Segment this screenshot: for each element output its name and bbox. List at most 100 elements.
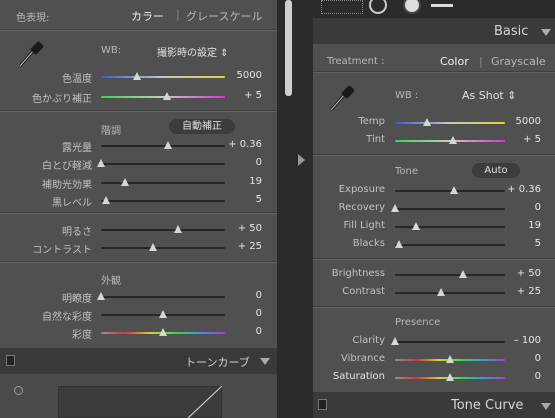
fill-light-slider-thumb[interactable] — [120, 178, 129, 186]
temp-slider-thumb[interactable] — [422, 118, 431, 126]
saturation-slider-thumb[interactable] — [446, 373, 454, 381]
basic-header[interactable]: Basic — [313, 18, 555, 44]
temp-slider-thumb[interactable] — [132, 72, 141, 80]
wb-label: WB : — [395, 90, 419, 101]
recovery-value[interactable]: 0 — [228, 157, 262, 168]
tone-curve-graph[interactable] — [58, 386, 222, 418]
tone-header: Tone — [395, 166, 419, 177]
brightness-slider-thumb[interactable] — [459, 270, 468, 278]
contrast-value[interactable]: + 25 — [228, 241, 262, 252]
divider — [0, 30, 277, 31]
tone-curve-header[interactable]: Tone Curve — [313, 392, 555, 418]
clarity-slider-track[interactable] — [395, 341, 505, 343]
brightness-value[interactable]: + 50 — [228, 223, 262, 234]
crop-tool-icon[interactable] — [321, 0, 363, 14]
treatment-divider: | — [176, 8, 180, 21]
recovery-label: 白とび軽減 — [42, 161, 92, 172]
tone-curve-header[interactable]: トーンカーブ — [0, 348, 277, 374]
auto-tone-button[interactable]: 自動補正 — [169, 119, 235, 134]
clarity-value[interactable]: 0 — [228, 290, 262, 301]
clarity-slider-track[interactable] — [101, 296, 225, 298]
redeye-tool-icon[interactable] — [403, 0, 421, 14]
recovery-slider-thumb[interactable] — [391, 204, 399, 212]
temp-slider-track[interactable] — [101, 76, 225, 78]
recovery-value[interactable]: 0 — [507, 202, 541, 213]
collapse-arrow-icon[interactable] — [541, 403, 551, 410]
contrast-value[interactable]: + 25 — [507, 286, 541, 297]
tint-slider-thumb[interactable] — [449, 136, 458, 144]
vibrance-value[interactable]: 0 — [507, 353, 541, 364]
clarity-slider-thumb[interactable] — [391, 337, 399, 345]
panel-collapse-arrow-icon[interactable] — [298, 154, 305, 166]
brightness-label: Brightness — [331, 268, 385, 279]
brightness-slider-track[interactable] — [395, 274, 505, 276]
fill-light-value[interactable]: 19 — [228, 176, 262, 187]
contrast-slider-thumb[interactable] — [149, 243, 158, 251]
treatment-grayscale-option[interactable]: グレースケール — [186, 8, 262, 24]
auto-tone-button[interactable]: Auto — [472, 163, 520, 178]
saturation-value[interactable]: 0 — [507, 371, 541, 382]
white-balance-eyedropper-icon[interactable] — [16, 36, 46, 70]
white-balance-eyedropper-icon[interactable] — [327, 80, 357, 114]
fill-light-slider-thumb[interactable] — [411, 222, 420, 230]
contrast-slider-track[interactable] — [395, 292, 505, 294]
spot-tool-icon[interactable] — [369, 0, 387, 14]
blacks-slider-track[interactable] — [395, 244, 505, 246]
treatment-color-option[interactable]: カラー — [131, 8, 164, 24]
vibrance-value[interactable]: 0 — [228, 308, 262, 319]
presence-header: 外観 — [101, 276, 121, 287]
exposure-value[interactable]: + 0.36 — [228, 139, 262, 150]
clarity-slider-thumb[interactable] — [97, 292, 105, 300]
tone-header: 階調 — [101, 126, 121, 137]
tint-value[interactable]: + 5 — [507, 134, 541, 145]
exposure-label: Exposure — [338, 184, 385, 195]
divider — [313, 307, 555, 308]
brightness-slider-track[interactable] — [101, 229, 225, 231]
exposure-value[interactable]: + 0.36 — [507, 184, 541, 195]
treatment-label: 色表現: — [16, 13, 50, 24]
temp-slider-track[interactable] — [395, 122, 505, 124]
panel-gutter — [278, 0, 313, 418]
saturation-slider-thumb[interactable] — [159, 328, 167, 336]
blacks-value[interactable]: 5 — [507, 238, 541, 249]
brightness-value[interactable]: + 50 — [507, 268, 541, 279]
panel-switch-icon[interactable] — [318, 399, 327, 410]
wb-select[interactable]: 撮影時の設定 ⇕ — [157, 44, 229, 59]
temp-value[interactable]: 5000 — [228, 70, 262, 81]
recovery-slider-thumb[interactable] — [97, 159, 105, 167]
tint-label: 色かぶり補正 — [32, 94, 92, 105]
target-adjust-icon[interactable] — [14, 386, 23, 395]
blacks-label: Blacks — [352, 238, 385, 249]
temp-value[interactable]: 5000 — [507, 116, 541, 127]
vibrance-slider-thumb[interactable] — [446, 355, 454, 363]
tint-label: Tint — [366, 134, 385, 145]
recovery-slider-track[interactable] — [101, 163, 225, 165]
clarity-value[interactable]: – 100 — [507, 335, 541, 346]
recovery-label: Recovery — [338, 202, 385, 213]
fill-light-value[interactable]: 19 — [507, 220, 541, 231]
wb-select[interactable]: As Shot ⇕ — [462, 89, 516, 102]
tint-value[interactable]: + 5 — [228, 90, 262, 101]
blacks-slider-thumb[interactable] — [395, 240, 404, 248]
contrast-label: コントラスト — [32, 245, 92, 256]
recovery-slider-track[interactable] — [395, 208, 505, 210]
tint-slider-thumb[interactable] — [162, 92, 171, 100]
exposure-slider-thumb[interactable] — [450, 186, 459, 194]
collapse-arrow-icon[interactable] — [260, 358, 270, 365]
vibrance-label: Vibrance — [341, 353, 385, 364]
exposure-slider-thumb[interactable] — [163, 141, 172, 149]
brightness-slider-thumb[interactable] — [173, 225, 182, 233]
blacks-slider-thumb[interactable] — [101, 196, 110, 204]
treatment-color-option[interactable]: Color — [440, 55, 469, 68]
scrollbar[interactable] — [285, 0, 292, 96]
blacks-slider-track[interactable] — [101, 200, 225, 202]
contrast-slider-thumb[interactable] — [437, 288, 446, 296]
contrast-slider-track[interactable] — [101, 247, 225, 249]
brush-tool-icon[interactable] — [431, 4, 453, 7]
vibrance-slider-thumb[interactable] — [159, 310, 167, 318]
saturation-value[interactable]: 0 — [228, 326, 262, 337]
panel-switch-icon[interactable] — [6, 355, 15, 366]
blacks-value[interactable]: 5 — [228, 194, 262, 205]
collapse-arrow-icon[interactable] — [541, 29, 551, 36]
treatment-grayscale-option[interactable]: Grayscale — [491, 55, 546, 68]
